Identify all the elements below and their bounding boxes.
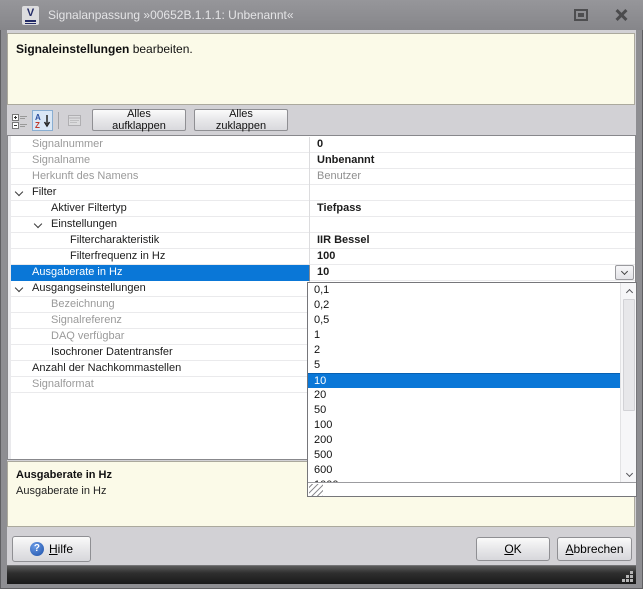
collapse-all-button[interactable]: Alles zuklappen (194, 109, 288, 131)
property-row[interactable]: Aktiver FiltertypTiefpass (11, 201, 635, 217)
property-label: Signalname (11, 153, 309, 169)
close-button[interactable] (613, 7, 629, 23)
dropdown-item[interactable]: 0,5 (308, 313, 620, 328)
combo-dropdown-button[interactable] (615, 265, 634, 280)
property-label: Ausgaberate in Hz (11, 265, 309, 281)
property-row[interactable]: Ausgaberate in Hz10 (11, 265, 635, 281)
ok-label: OK (504, 542, 521, 556)
property-label: Herkunft des Namens (11, 169, 309, 185)
dropdown-item[interactable]: 500 (308, 448, 620, 463)
scrollbar-thumb[interactable] (623, 299, 635, 411)
header-bold-text: Signaleinstellungen (16, 42, 129, 56)
dropdown-item[interactable]: 0,1 (308, 283, 620, 298)
property-label: Signalformat (11, 377, 309, 393)
dropdown-list: 0,10,20,51251020501002005006001000 (308, 283, 620, 482)
ok-button[interactable]: OK (476, 537, 550, 561)
property-label: Einstellungen (11, 217, 309, 233)
property-row[interactable]: Einstellungen (11, 217, 635, 233)
property-row[interactable]: Filterfrequenz in Hz100 (11, 249, 635, 265)
cancel-button[interactable]: Abbrechen (557, 537, 632, 561)
property-value[interactable]: Unbenannt (309, 153, 635, 169)
dropdown-item[interactable]: 50 (308, 403, 620, 418)
app-icon-letter: V (27, 8, 34, 19)
categorized-view-icon[interactable] (9, 110, 30, 131)
help-icon: ? (30, 542, 44, 556)
property-label: Isochroner Datentransfer (11, 345, 309, 361)
property-label: Aktiver Filtertyp (11, 201, 309, 217)
toolbar-separator (58, 112, 59, 129)
dropdown-item[interactable]: 2 (308, 343, 620, 358)
property-label: Signalreferenz (11, 313, 309, 329)
dropdown-popup: 0,10,20,51251020501002005006001000 (307, 282, 637, 497)
property-value[interactable]: Tiefpass (309, 201, 635, 217)
property-label: Bezeichnung (11, 297, 309, 313)
title-bar: V Signalanpassung »00652B.1.1.1: Unbenan… (0, 0, 643, 30)
dialog-window: V Signalanpassung »00652B.1.1.1: Unbenan… (0, 0, 643, 589)
dropdown-item[interactable]: 600 (308, 463, 620, 478)
status-bar (7, 565, 636, 584)
window-resize-grip[interactable] (621, 570, 633, 582)
property-label: DAQ verfügbar (11, 329, 309, 345)
dropdown-item[interactable]: 10 (308, 373, 620, 388)
property-label: Anzahl der Nachkommastellen (11, 361, 309, 377)
property-value[interactable]: 10 (309, 265, 635, 281)
window-title: Signalanpassung »00652B.1.1.1: Unbenannt… (48, 8, 294, 22)
property-value[interactable]: Benutzer (309, 169, 635, 185)
cancel-label: Abbrechen (565, 542, 623, 556)
property-row[interactable]: Signalnummer0 (11, 137, 635, 153)
header-rest-text: bearbeiten. (129, 42, 192, 56)
app-icon: V (22, 6, 39, 25)
dropdown-item[interactable]: 200 (308, 433, 620, 448)
property-label: Filtercharakteristik (11, 233, 309, 249)
scroll-down-icon[interactable] (621, 467, 637, 482)
dropdown-scrollbar[interactable] (620, 283, 636, 482)
property-label: Signalnummer (11, 137, 309, 153)
property-pages-icon (64, 110, 85, 131)
dropdown-item[interactable]: 0,2 (308, 298, 620, 313)
dropdown-item[interactable]: 100 (308, 418, 620, 433)
property-value[interactable]: IIR Bessel (309, 233, 635, 249)
property-row[interactable]: Filter (11, 185, 635, 201)
property-row[interactable]: SignalnameUnbenannt (11, 153, 635, 169)
dropdown-resize-strip (308, 482, 636, 496)
expand-all-button[interactable]: Alles aufklappen (92, 109, 186, 131)
toolbar: A Z Alles aufklappen Alles zuklappen (7, 109, 635, 133)
header-panel: Signaleinstellungen bearbeiten. (7, 33, 635, 105)
dropdown-item[interactable]: 1 (308, 328, 620, 343)
scroll-up-icon[interactable] (621, 283, 637, 298)
property-value[interactable] (309, 217, 635, 233)
sort-alphabetical-icon[interactable]: A Z (32, 110, 53, 131)
dropdown-item[interactable]: 20 (308, 388, 620, 403)
property-label: Ausgangseinstellungen (11, 281, 309, 297)
dropdown-item[interactable]: 5 (308, 358, 620, 373)
property-value[interactable] (309, 185, 635, 201)
dropdown-resize-grip[interactable] (309, 484, 323, 496)
property-row[interactable]: Herkunft des NamensBenutzer (11, 169, 635, 185)
property-label: Filterfrequenz in Hz (11, 249, 309, 265)
maximize-button[interactable] (574, 9, 588, 21)
help-button[interactable]: ? Hilfe (12, 536, 91, 562)
property-label: Filter (11, 185, 309, 201)
help-label: Hilfe (49, 542, 73, 556)
property-row[interactable]: FiltercharakteristikIIR Bessel (11, 233, 635, 249)
property-value[interactable]: 0 (309, 137, 635, 153)
svg-text:Z: Z (35, 121, 40, 129)
property-value[interactable]: 100 (309, 249, 635, 265)
